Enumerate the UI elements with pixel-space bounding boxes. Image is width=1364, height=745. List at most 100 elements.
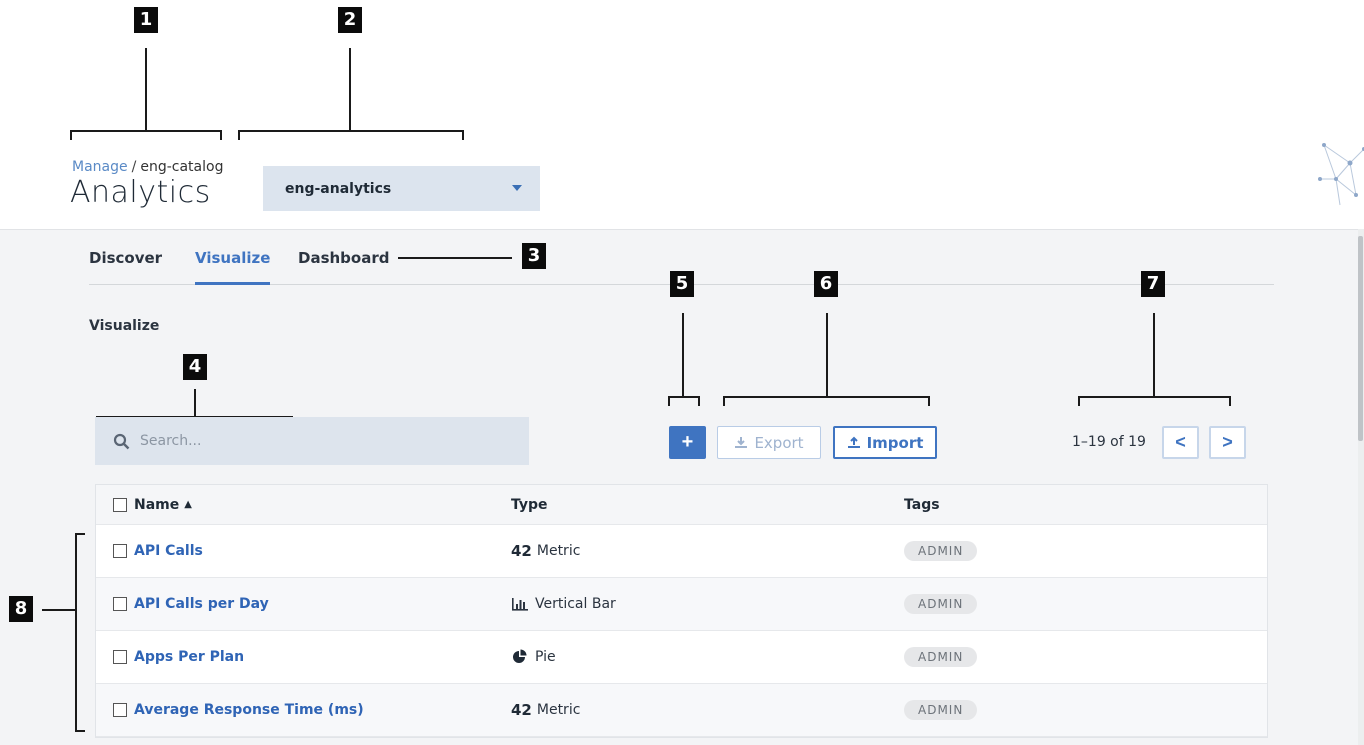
callout-7-line — [1153, 313, 1155, 397]
row-checkbox[interactable] — [113, 703, 127, 717]
callout-6-bracket — [723, 396, 930, 398]
type-cell: 42 Metric — [511, 525, 580, 577]
callout-8-bracket — [75, 533, 77, 732]
table-header: Name ▲ Type Tags — [96, 485, 1267, 525]
export-label: Export — [754, 433, 804, 452]
tags-header-label: Tags — [904, 496, 940, 513]
page-title: Analytics — [70, 175, 211, 210]
callout-7: 7 — [1141, 271, 1165, 297]
callout-6: 6 — [814, 271, 838, 297]
tags-cell: ADMIN — [904, 631, 978, 683]
callout-5: 5 — [670, 271, 694, 297]
name-header-label: Name — [134, 496, 180, 513]
row-name-link[interactable]: Apps Per Plan — [134, 649, 244, 665]
tab-dashboard[interactable]: Dashboard — [298, 248, 389, 285]
space-selector[interactable]: eng-analytics — [263, 166, 540, 211]
callout-1-line — [145, 48, 147, 131]
callout-4: 4 — [183, 354, 207, 380]
type-label: Pie — [535, 649, 556, 665]
row-name-link[interactable]: API Calls — [134, 543, 203, 559]
breadcrumb-separator: / — [131, 159, 137, 175]
type-column-header: Type — [511, 485, 548, 524]
callout-2-bracket — [238, 130, 464, 132]
tag-badge[interactable]: ADMIN — [904, 700, 978, 720]
download-icon — [735, 437, 748, 448]
breadcrumb: Manage / eng-catalog — [72, 159, 223, 175]
callout-8: 8 — [9, 596, 33, 622]
callout-6-line — [826, 313, 828, 397]
table-row: API Calls 42 Metric ADMIN — [96, 525, 1267, 578]
breadcrumb-current: eng-catalog — [140, 159, 224, 175]
table-row: Average Response Time (ms) 42 Metric ADM… — [96, 684, 1267, 737]
tag-badge[interactable]: ADMIN — [904, 647, 978, 667]
sort-ascending-icon: ▲ — [184, 499, 192, 510]
name-cell: Apps Per Plan — [113, 631, 244, 683]
pagination-text: 1–19 of 19 — [1072, 434, 1146, 450]
import-button[interactable]: Import — [833, 426, 937, 459]
callout-2-tick-right — [462, 130, 464, 140]
select-all-checkbox[interactable] — [113, 497, 127, 512]
search-box — [95, 417, 529, 465]
name-cell: API Calls per Day — [113, 578, 269, 630]
stage: 1 2 Manage / eng-catalog Analytics eng-ana… — [0, 0, 1364, 745]
callout-2-line — [349, 48, 351, 131]
tags-cell: ADMIN — [904, 578, 978, 630]
callout-7-tick-left — [1078, 396, 1080, 406]
callout-3-line — [398, 257, 512, 259]
callout-8-tick-bottom — [75, 730, 85, 732]
type-cell: Pie — [511, 631, 556, 683]
tag-badge[interactable]: ADMIN — [904, 594, 978, 614]
search-input[interactable] — [140, 433, 500, 449]
row-checkbox[interactable] — [113, 650, 127, 664]
callout-2-tick-left — [238, 130, 240, 140]
callout-1-bracket — [70, 130, 222, 132]
callout-1-tick-right — [220, 130, 222, 140]
callout-7-bracket — [1078, 396, 1231, 398]
row-name-link[interactable]: Average Response Time (ms) — [134, 702, 364, 718]
type-header-label: Type — [511, 496, 548, 513]
prev-page-button[interactable]: < — [1162, 426, 1199, 459]
row-checkbox[interactable] — [113, 597, 127, 611]
tag-badge[interactable]: ADMIN — [904, 541, 978, 561]
callout-7-tick-right — [1229, 396, 1231, 406]
callout-6-tick-left — [723, 396, 725, 406]
callout-3: 3 — [522, 243, 546, 269]
import-label: Import — [866, 433, 924, 452]
type-cell: Vertical Bar — [511, 578, 616, 630]
callout-5-tick-right — [698, 396, 700, 406]
tags-cell: ADMIN — [904, 525, 978, 577]
tags-cell: ADMIN — [904, 684, 978, 736]
table-row: API Calls per Day Vertical Bar ADMIN — [96, 578, 1267, 631]
vertical-bar-icon — [512, 598, 528, 611]
visualizations-table: Name ▲ Type Tags API Calls 42 Metric ADM… — [95, 484, 1268, 738]
network-graph-icon — [1318, 143, 1364, 206]
upload-icon — [847, 436, 860, 448]
add-button[interactable]: + — [669, 426, 706, 459]
name-column-header[interactable]: Name ▲ — [113, 485, 192, 524]
pie-icon — [513, 649, 527, 663]
callout-1: 1 — [134, 7, 158, 33]
name-cell: Average Response Time (ms) — [113, 684, 364, 736]
search-icon — [113, 433, 130, 449]
callout-6-tick-right — [928, 396, 930, 406]
name-cell: API Calls — [113, 525, 203, 577]
callout-5-line — [682, 313, 684, 397]
callout-8-tick-top — [75, 533, 85, 535]
chevron-down-icon — [512, 185, 522, 191]
row-checkbox[interactable] — [113, 544, 127, 558]
metric-icon: 42 — [511, 701, 532, 719]
tab-visualize[interactable]: Visualize — [195, 248, 271, 285]
metric-icon: 42 — [511, 542, 532, 560]
export-button[interactable]: Export — [717, 426, 821, 459]
type-label: Vertical Bar — [535, 596, 616, 612]
breadcrumb-manage-link[interactable]: Manage — [72, 159, 128, 175]
next-page-button[interactable]: > — [1209, 426, 1246, 459]
type-cell: 42 Metric — [511, 684, 580, 736]
scrollbar-thumb[interactable] — [1358, 236, 1363, 441]
callout-1-tick-left — [70, 130, 72, 140]
section-title: Visualize — [89, 318, 160, 334]
tab-discover[interactable]: Discover — [89, 248, 162, 285]
row-name-link[interactable]: API Calls per Day — [134, 596, 269, 612]
callout-4-line — [194, 389, 196, 418]
callout-2: 2 — [338, 7, 362, 33]
